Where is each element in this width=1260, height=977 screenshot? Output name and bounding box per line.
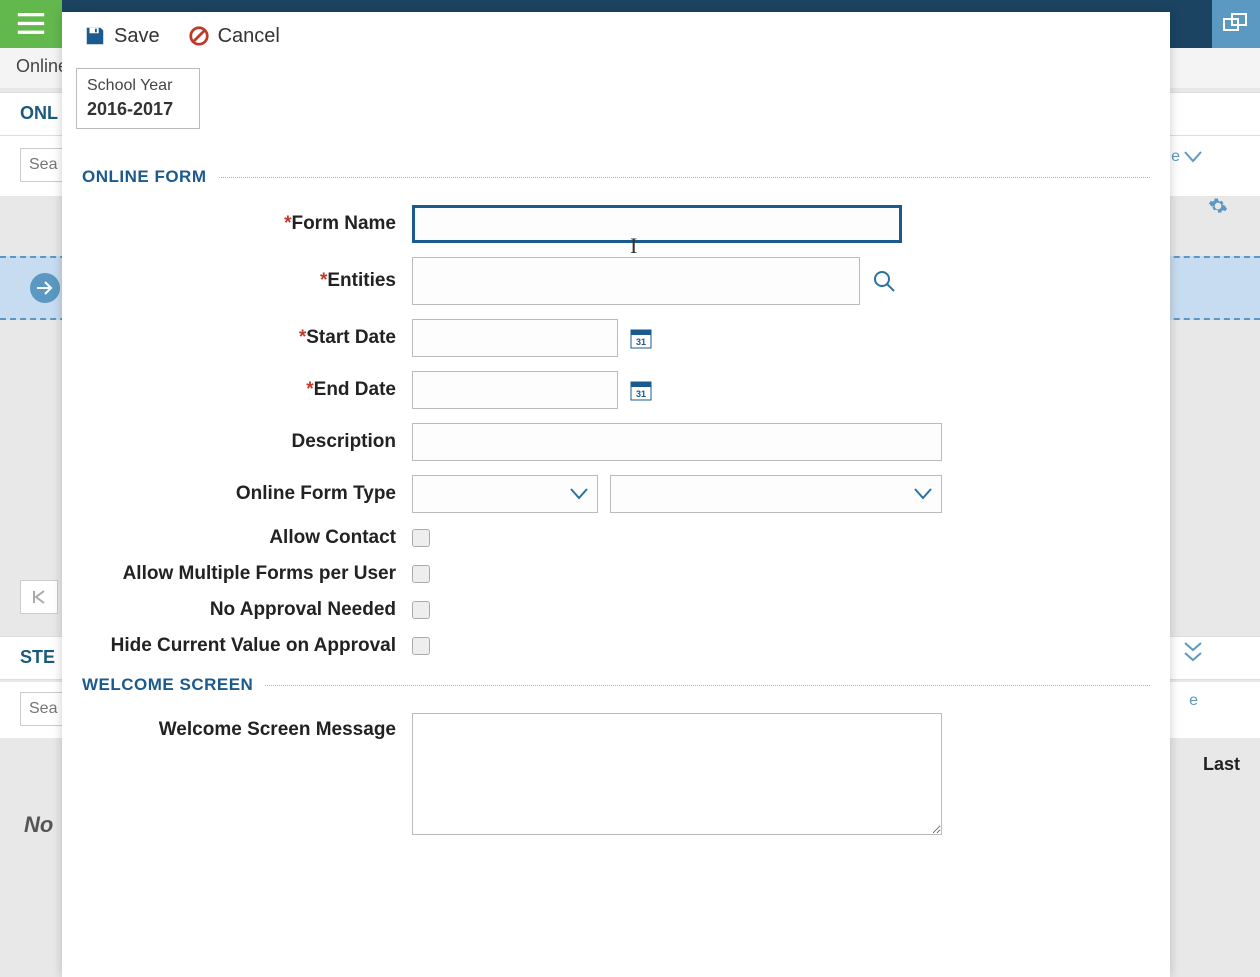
toolbar: Save Cancel: [62, 12, 1170, 60]
cancel-label: Cancel: [218, 25, 280, 48]
settings-icon[interactable]: [1208, 196, 1228, 221]
allow-contact-checkbox[interactable]: [412, 529, 430, 547]
save-label: Save: [114, 25, 160, 48]
end-date-label: *End Date: [82, 379, 412, 401]
calendar-icon[interactable]: 31: [630, 379, 652, 401]
first-page-button[interactable]: [20, 580, 58, 614]
column-header-last[interactable]: Last: [1203, 754, 1240, 775]
no-data-text: No: [24, 812, 53, 838]
menu-button[interactable]: [0, 0, 62, 48]
allow-multiple-checkbox[interactable]: [412, 565, 430, 583]
form-type-select-1[interactable]: [412, 475, 598, 513]
collapse-icon[interactable]: [1182, 642, 1204, 669]
hide-current-checkbox[interactable]: [412, 637, 430, 655]
allow-contact-label: Allow Contact: [82, 527, 412, 549]
welcome-msg-textarea[interactable]: [412, 713, 942, 835]
allow-multiple-label: Allow Multiple Forms per User: [82, 563, 412, 585]
section-welcome-screen: WELCOME SCREEN: [82, 675, 1150, 695]
school-year-value: 2016-2017: [87, 99, 189, 120]
school-year-box[interactable]: School Year 2016-2017: [76, 68, 200, 129]
forward-icon: [30, 273, 60, 303]
svg-text:31: 31: [636, 337, 646, 347]
save-button[interactable]: Save: [84, 25, 160, 48]
section-online-form: ONLINE FORM: [82, 167, 1150, 187]
school-year-label: School Year: [87, 77, 189, 95]
form-name-label: *Form Name: [82, 213, 412, 235]
form-type-select-2[interactable]: [610, 475, 942, 513]
start-date-label: *Start Date: [82, 327, 412, 349]
entities-input[interactable]: [412, 257, 860, 305]
entities-label: *Entities: [82, 270, 412, 292]
workspace-button[interactable]: [1212, 0, 1260, 48]
svg-text:31: 31: [636, 389, 646, 399]
cancel-icon: [188, 25, 210, 47]
cancel-button[interactable]: Cancel: [188, 25, 280, 48]
no-approval-checkbox[interactable]: [412, 601, 430, 619]
form-name-input[interactable]: [412, 205, 902, 243]
description-label: Description: [82, 431, 412, 453]
form-type-label: Online Form Type: [82, 483, 412, 505]
modal: Save Cancel School Year 2016-2017 ONLINE…: [62, 12, 1170, 977]
calendar-icon[interactable]: 31: [630, 327, 652, 349]
welcome-msg-label: Welcome Screen Message: [82, 713, 412, 741]
save-icon: [84, 25, 106, 47]
search-icon[interactable]: [872, 269, 896, 293]
bg-dropdown-1[interactable]: e: [1171, 148, 1202, 166]
start-date-input[interactable]: [412, 319, 618, 357]
hide-current-label: Hide Current Value on Approval: [82, 635, 412, 657]
end-date-input[interactable]: [412, 371, 618, 409]
no-approval-label: No Approval Needed: [82, 599, 412, 621]
description-input[interactable]: [412, 423, 942, 461]
bg-dropdown-2[interactable]: e: [1189, 692, 1202, 710]
